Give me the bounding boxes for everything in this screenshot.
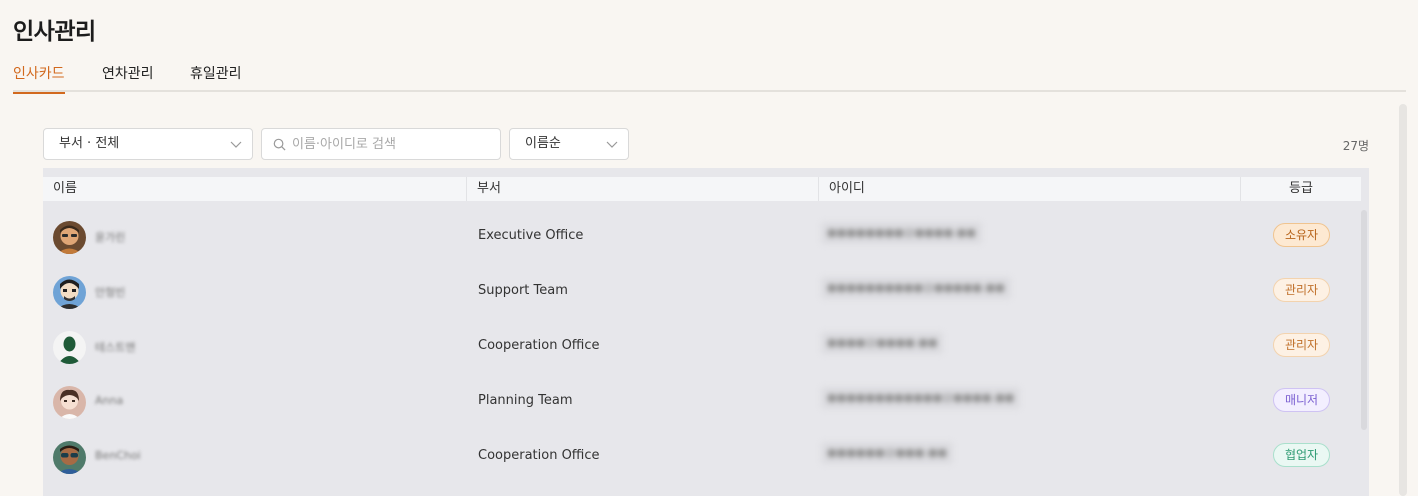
search-icon — [273, 138, 286, 151]
table-row[interactable]: BenChoi Cooperation Office ●●●●●●@●●●.●●… — [43, 430, 1361, 485]
chevron-down-icon — [606, 141, 618, 148]
member-name: Anna — [95, 394, 124, 407]
member-id: ●●●●●●●●●●@●●●●●.●● — [821, 277, 1011, 299]
member-department: Planning Team — [478, 393, 573, 408]
department-select-label: 부서 · 전체 — [59, 136, 120, 151]
tab-leave-management[interactable]: 연차관리 — [102, 63, 154, 92]
member-id: ●●●●●●@●●●.●● — [821, 442, 954, 464]
member-count: 27명 — [1342, 139, 1369, 153]
avatar — [53, 386, 86, 419]
department-select[interactable]: 부서 · 전체 — [43, 128, 253, 160]
member-name: 테스트맨 — [95, 341, 136, 354]
grade-badge[interactable]: 협업자 — [1273, 443, 1330, 467]
member-table: 이름 부서 아이디 등급 윤가린 Executive Office ●●●●●●… — [43, 168, 1369, 496]
table-row[interactable]: 안형빈 Support Team ●●●●●●●●●●@●●●●●.●● 관리자 — [43, 265, 1361, 320]
member-id: ●●●●●●●●●●●●@●●●●.●● — [821, 387, 1021, 409]
member-department: Executive Office — [478, 228, 584, 243]
tab-bar: 인사카드 연차관리 휴일관리 — [13, 60, 1406, 94]
search-box[interactable] — [261, 128, 501, 160]
member-name: 안형빈 — [95, 286, 126, 299]
avatar — [53, 331, 86, 364]
grade-badge[interactable]: 관리자 — [1273, 333, 1330, 357]
table-row[interactable]: 윤가린 Executive Office ●●●●●●●●@●●●●.●● 소유… — [43, 210, 1361, 265]
grade-badge[interactable]: 소유자 — [1273, 223, 1330, 247]
tab-hr-card[interactable]: 인사카드 — [13, 63, 65, 94]
sort-select-label: 이름순 — [525, 136, 561, 151]
page-title: 인사관리 — [13, 19, 96, 45]
member-id: ●●●●●●●●@●●●●.●● — [821, 222, 982, 244]
member-department: Cooperation Office — [478, 448, 600, 463]
table-scrollbar[interactable] — [1361, 210, 1367, 430]
grade-badge[interactable]: 관리자 — [1273, 278, 1330, 302]
chevron-down-icon — [230, 141, 242, 148]
table-row[interactable]: Anna Planning Team ●●●●●●●●●●●●@●●●●.●● … — [43, 375, 1361, 430]
tab-holiday-management[interactable]: 휴일관리 — [190, 63, 242, 92]
column-header-department[interactable]: 부서 — [467, 177, 819, 201]
page-scrollbar[interactable] — [1399, 104, 1407, 496]
column-header-id[interactable]: 아이디 — [819, 177, 1241, 201]
avatar — [53, 276, 86, 309]
table-header: 이름 부서 아이디 등급 — [43, 177, 1361, 201]
member-department: Support Team — [478, 283, 568, 298]
member-department: Cooperation Office — [478, 338, 600, 353]
table-row[interactable]: 테스트맨 Cooperation Office ●●●●@●●●●.●● 관리자 — [43, 320, 1361, 375]
sort-select[interactable]: 이름순 — [509, 128, 629, 160]
member-name: 윤가린 — [95, 231, 126, 244]
member-name: BenChoi — [95, 449, 141, 462]
member-id: ●●●●@●●●●.●● — [821, 332, 944, 354]
avatar — [53, 221, 86, 254]
grade-badge[interactable]: 매니저 — [1273, 388, 1330, 412]
avatar — [53, 441, 86, 474]
column-header-grade[interactable]: 등급 — [1241, 177, 1361, 201]
column-header-name[interactable]: 이름 — [43, 177, 467, 201]
search-input[interactable] — [292, 130, 492, 158]
